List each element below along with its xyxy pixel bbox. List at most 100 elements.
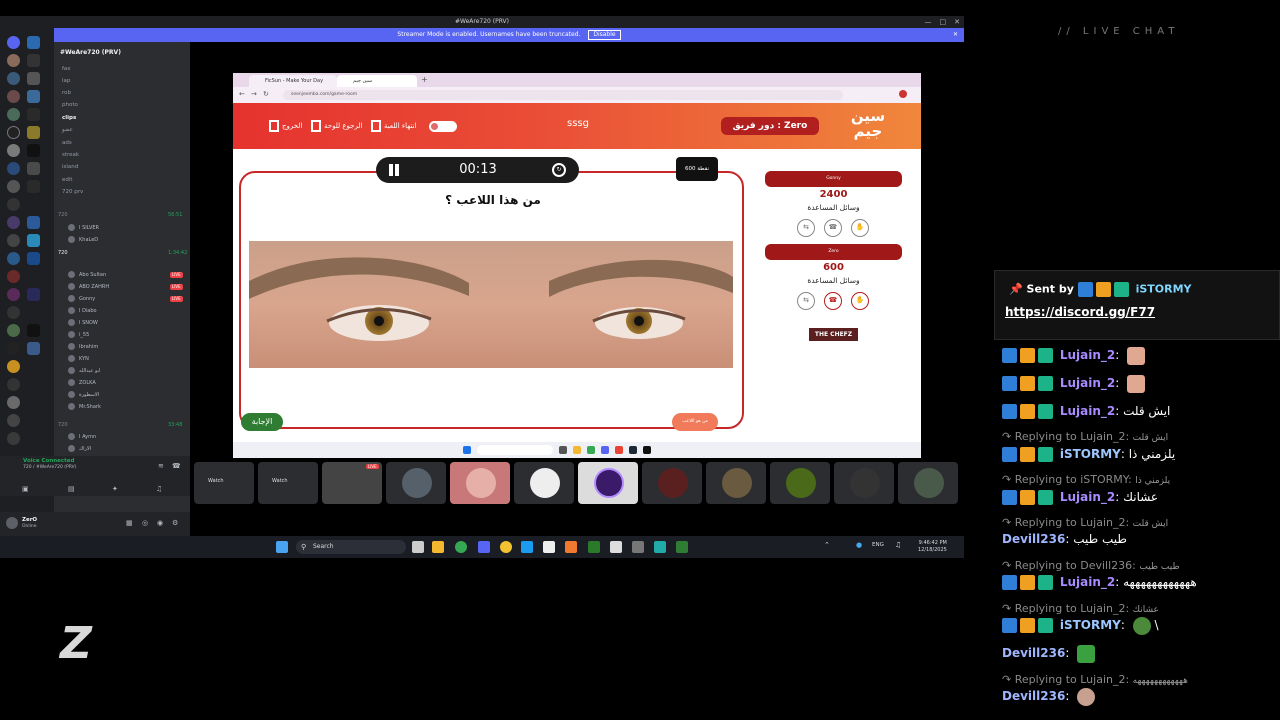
voice-user[interactable]: Ibrahim [68,342,98,352]
windows-start-icon[interactable] [276,541,288,553]
server-icon[interactable] [7,198,20,211]
call-lifeline-icon[interactable]: ☎ [824,292,842,310]
browser-tab-active[interactable]: سين جيم [337,75,417,87]
voice-user[interactable]: KYN [68,354,89,364]
folder-icon[interactable] [573,446,581,454]
app-icon[interactable] [565,541,577,553]
server-icon[interactable] [27,252,40,265]
voice-user[interactable]: Gonny [68,294,95,304]
swap-lifeline-icon[interactable]: ⇆ [797,292,815,310]
server-icon[interactable] [7,180,20,193]
swap-lifeline-icon[interactable]: ⇆ [797,219,815,237]
voice-channel-header[interactable]: 720 56:51 [58,212,182,218]
live-stream-tile[interactable]: LIVE [322,462,382,504]
language-indicator[interactable]: ENG [872,542,884,548]
server-icon[interactable] [27,342,40,355]
voice-user[interactable]: I SNOW [68,318,98,328]
soundboard-icon[interactable]: ♫ [156,485,162,493]
end-game-toggle[interactable] [429,121,457,132]
pinned-link[interactable]: https://discord.gg/F77 [1005,305,1155,319]
chat-username[interactable]: Lujain_2 [1060,404,1115,418]
chat-username[interactable]: iSTORMY [1060,618,1121,632]
answer-button[interactable]: الإجابة [241,413,283,431]
server-icon[interactable] [7,108,20,121]
voice-user[interactable]: KhaLeD [68,235,98,245]
profile-avatar[interactable] [899,90,907,98]
server-icon[interactable] [27,144,40,157]
app-icon[interactable] [643,446,651,454]
user-tile[interactable] [450,462,510,504]
server-icon[interactable] [7,324,20,337]
pause-icon[interactable] [388,164,400,176]
channel-item[interactable]: عضو [62,125,73,135]
voice-user[interactable]: Mr.Shark [68,402,101,412]
start-icon[interactable] [463,446,471,454]
channel-item[interactable]: edit [62,175,73,185]
server-icon[interactable] [7,252,20,265]
forward-icon[interactable]: → [251,90,257,98]
server-icon[interactable] [7,306,20,319]
chrome-icon[interactable] [615,446,623,454]
chat-username[interactable]: Devill236 [1002,689,1065,703]
voice-channel-path[interactable]: 720 / #WeAre720 (PRV) [23,465,77,470]
voice-user[interactable]: I Diabo [68,306,97,316]
reply-context[interactable]: ↷ Replying to Lujain_2: عشانك [1002,602,1159,616]
discord-icon[interactable] [478,541,490,553]
back-to-board-button[interactable]: الرجوع للوحة [311,119,362,133]
call-lifeline-icon[interactable]: ☎ [824,219,842,237]
disable-streamer-mode-button[interactable]: Disable [588,30,621,40]
user-tile[interactable] [834,462,894,504]
channel-item[interactable]: rob [62,88,71,98]
user-tile[interactable] [642,462,702,504]
server-icon[interactable] [7,432,20,445]
server-icon[interactable] [27,288,40,301]
activities-icon[interactable]: ✦ [112,485,118,493]
voice-user[interactable]: i_55 [68,330,89,340]
camera-icon[interactable]: ▣ [22,485,29,493]
close-notice-icon[interactable]: ✕ [953,28,958,42]
server-icon[interactable] [7,378,20,391]
steam-icon[interactable] [521,541,533,553]
server-icon[interactable] [7,396,20,409]
discord-icon[interactable] [601,446,609,454]
reply-context[interactable]: ↷ Replying to Lujain_2: ايش قلت [1002,516,1168,530]
channel-item[interactable]: fax [62,64,71,74]
server-icon[interactable] [7,72,20,85]
voice-user[interactable]: ABO ZAHRH [68,282,109,292]
reply-context[interactable]: ↷ Replying to Lujain_2: ههههههههههههه [1002,673,1188,687]
app-icon[interactable] [588,541,600,553]
headphones-icon[interactable]: ◉ [157,519,163,527]
server-icon[interactable] [7,162,20,175]
maximize-icon[interactable]: □ [940,16,947,28]
server-icon[interactable] [7,144,20,157]
server-icon[interactable] [27,180,40,193]
voice-channel-header[interactable]: 720 1:34:42 [58,250,187,256]
server-icon[interactable] [7,360,20,373]
user-tile-speaking[interactable] [578,462,638,504]
chat-username[interactable]: Lujain_2 [1060,376,1115,390]
minimize-icon[interactable]: — [925,16,932,28]
hand-lifeline-icon[interactable]: ✋ [851,292,869,310]
server-icon[interactable] [7,342,20,355]
hand-lifeline-icon[interactable]: ✋ [851,219,869,237]
browser-tab[interactable]: FicSun - Make Your Day [249,75,337,87]
settings-gear-icon[interactable]: ⚙ [172,519,178,527]
avatar[interactable] [6,517,18,529]
channel-item[interactable]: photo [62,100,78,110]
server-name[interactable]: #WeAre720 (PRV) [60,46,184,60]
channel-item[interactable]: island [62,162,78,172]
end-game-button[interactable]: انتهاء اللعبة [371,119,417,133]
close-icon[interactable]: ✕ [954,16,960,28]
watch-tile[interactable]: Watch [258,462,318,504]
channel-item[interactable]: 720 prv [62,187,83,197]
server-icon[interactable] [7,414,20,427]
channel-item[interactable]: clips [62,113,76,123]
app-icon[interactable] [654,541,666,553]
reload-icon[interactable]: ↻ [263,90,269,98]
reply-context[interactable]: ↷ Replying to Lujain_2: ايش قلت [1002,430,1168,444]
taskbar-clock[interactable]: 9:46:42 PM 12/18/2025 [918,540,947,554]
app-icon[interactable] [632,541,644,553]
user-tile[interactable] [514,462,574,504]
app-icon[interactable] [587,446,595,454]
chat-username[interactable]: Lujain_2 [1060,348,1115,362]
